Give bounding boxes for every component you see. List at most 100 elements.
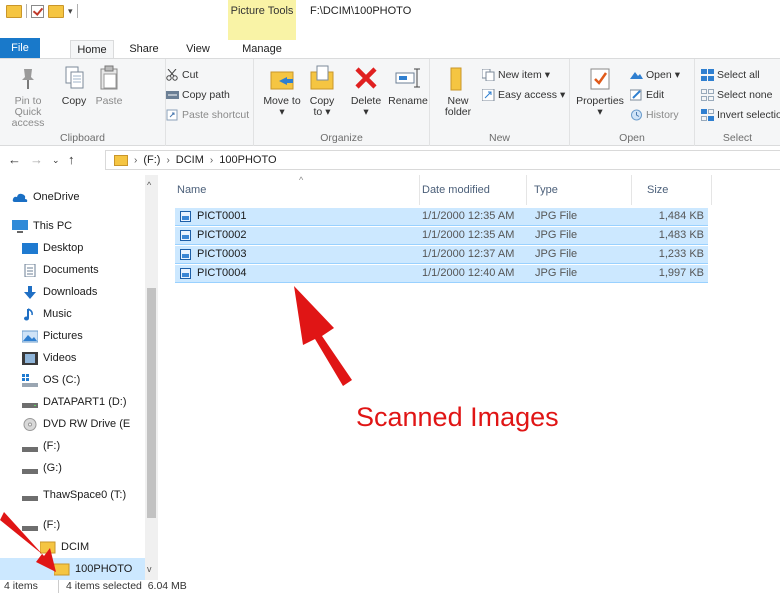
pin-to-quick-access-button[interactable]: Pin to Quick access xyxy=(0,63,56,129)
contextual-tab-group-label: Picture Tools xyxy=(230,5,294,17)
new-folder-button[interactable]: New folder xyxy=(438,63,478,118)
paste-label: Paste xyxy=(95,95,123,107)
properties-check-icon[interactable] xyxy=(31,4,44,18)
table-row[interactable]: PICT0001 1/1/2000 12:35 AM JPG File 1,48… xyxy=(175,208,708,226)
table-row[interactable]: PICT0003 1/1/2000 12:37 AM JPG File 1,23… xyxy=(175,246,708,264)
window-title: F:\DCIM\100PHOTO xyxy=(310,5,412,17)
desktop-icon xyxy=(22,242,38,255)
edit-button[interactable]: Edit xyxy=(629,89,664,101)
open-button[interactable]: Open ▾ xyxy=(630,69,680,81)
column-header-date-modified[interactable]: Date modified xyxy=(420,175,527,205)
scroll-up-chevron-icon[interactable]: ^ xyxy=(147,180,151,190)
nav-item-documents[interactable]: Documents xyxy=(0,259,145,281)
tab-view[interactable]: View xyxy=(178,40,218,58)
address-row: ← → ⌄ ↑ › (F:) › DCIM › 100PHOTO xyxy=(0,147,780,173)
file-size: 1,997 KB xyxy=(658,267,704,279)
open-label: Open xyxy=(646,69,672,81)
properties-button[interactable]: Properties ▾ xyxy=(574,63,626,118)
easy-access-icon xyxy=(481,88,495,102)
select-all-icon xyxy=(701,69,714,81)
recent-locations-chevron-icon[interactable]: ⌄ xyxy=(52,155,60,166)
folder-icon xyxy=(39,541,56,554)
nav-item-downloads[interactable]: Downloads xyxy=(0,281,145,303)
select-group: Select all Select none Invert selection … xyxy=(695,59,780,146)
file-size: 1,483 KB xyxy=(658,229,704,241)
new-folder-label: New folder xyxy=(444,95,472,118)
nav-item-pictures[interactable]: Pictures xyxy=(0,325,145,347)
back-arrow-icon[interactable]: ← xyxy=(8,152,21,167)
customize-toolbar-chevron-icon[interactable]: ▾ xyxy=(68,6,73,17)
easy-access-button[interactable]: Easy access ▾ xyxy=(481,88,565,102)
nav-item-label: Desktop xyxy=(43,242,84,254)
nav-item-dcim[interactable]: DCIM xyxy=(0,536,145,558)
move-to-label: Move to xyxy=(263,95,301,107)
copy-to-button[interactable]: Copy to ▾ xyxy=(304,63,340,118)
column-header-label: Name xyxy=(177,184,207,196)
breadcrumb-100photo[interactable]: 100PHOTO xyxy=(219,154,276,166)
cut-button[interactable]: Cut xyxy=(166,68,198,81)
nav-pane-scrollbar[interactable]: ^ v xyxy=(145,175,158,580)
nav-item-g-drive[interactable]: (G:) xyxy=(0,457,145,479)
up-arrow-icon[interactable]: ↑ xyxy=(68,152,75,167)
nav-item-100photo[interactable]: 100PHOTO xyxy=(0,558,145,580)
nav-item-dvd-rw-drive-e[interactable]: DVD RW Drive (E xyxy=(0,413,145,435)
file-name: PICT0004 xyxy=(197,267,247,279)
forward-arrow-icon[interactable]: → xyxy=(30,152,43,167)
new-item-button[interactable]: New item ▾ xyxy=(481,68,550,82)
move-to-button[interactable]: Move to ▾ xyxy=(262,63,302,118)
copy-button[interactable]: Copy xyxy=(58,63,90,107)
address-bar[interactable]: › (F:) › DCIM › 100PHOTO xyxy=(105,150,780,170)
breadcrumb-dcim[interactable]: DCIM xyxy=(176,154,204,166)
separator xyxy=(58,580,59,593)
tab-manage[interactable]: Manage xyxy=(228,40,296,58)
breadcrumb-chevron-icon[interactable]: › xyxy=(210,155,213,166)
delete-button[interactable]: Delete ▾ xyxy=(346,63,386,118)
select-all-button[interactable]: Select all xyxy=(701,69,760,81)
nav-item-onedrive[interactable]: OneDrive xyxy=(0,186,145,208)
drive-icon xyxy=(22,396,38,409)
copy-path-button[interactable]: Copy path xyxy=(166,89,230,101)
nav-item-f-drive-root[interactable]: (F:) xyxy=(0,514,145,536)
folder-icon[interactable] xyxy=(6,4,22,18)
nav-item-desktop[interactable]: Desktop xyxy=(0,237,145,259)
nav-item-label: (F:) xyxy=(43,519,61,531)
nav-item-f-drive[interactable]: (F:) xyxy=(0,435,145,457)
column-header-size[interactable]: Size xyxy=(632,175,712,205)
cloud-icon xyxy=(12,191,28,204)
properties-check-icon xyxy=(585,63,615,93)
new-folder-icon[interactable] xyxy=(48,4,64,18)
rename-button[interactable]: Rename xyxy=(388,63,428,107)
nav-item-datapart1-d[interactable]: DATAPART1 (D:) xyxy=(0,391,145,413)
nav-item-os-c[interactable]: OS (C:) xyxy=(0,369,145,391)
scroll-down-chevron-icon[interactable]: v xyxy=(147,564,152,574)
column-header-type[interactable]: Type xyxy=(527,175,632,205)
table-row[interactable]: PICT0004 1/1/2000 12:40 AM JPG File 1,99… xyxy=(175,265,708,283)
tab-share[interactable]: Share xyxy=(124,40,164,58)
clipboard-group-label: Clipboard xyxy=(60,132,105,144)
nav-item-thawspace0-t[interactable]: ThawSpace0 (T:) xyxy=(0,484,145,506)
history-button[interactable]: History xyxy=(630,109,679,121)
tab-home[interactable]: Home xyxy=(70,40,114,58)
download-icon xyxy=(22,285,38,299)
pictures-icon xyxy=(21,330,39,343)
breadcrumb-drive[interactable]: (F:) xyxy=(143,154,160,166)
column-header-name[interactable]: Name ^ xyxy=(175,175,420,205)
breadcrumb-chevron-icon[interactable]: › xyxy=(166,155,169,166)
file-name: PICT0003 xyxy=(197,248,247,260)
easy-access-label: Easy access xyxy=(498,89,557,101)
nav-item-this-pc[interactable]: This PC xyxy=(0,215,145,237)
copy-path-icon xyxy=(166,89,179,101)
paste-shortcut-button[interactable]: Paste shortcut xyxy=(166,109,249,121)
table-row[interactable]: PICT0002 1/1/2000 12:35 AM JPG File 1,48… xyxy=(175,227,708,245)
tab-file[interactable]: File xyxy=(0,38,40,58)
drive-icon xyxy=(22,519,38,532)
separator xyxy=(76,4,78,18)
file-size: 1,233 KB xyxy=(658,248,704,260)
nav-item-music[interactable]: Music xyxy=(0,303,145,325)
scrollbar-thumb[interactable] xyxy=(147,288,156,518)
breadcrumb-chevron-icon[interactable]: › xyxy=(134,155,137,166)
nav-item-videos[interactable]: Videos xyxy=(0,347,145,369)
select-none-button[interactable]: Select none xyxy=(701,89,772,101)
paste-button[interactable]: Paste xyxy=(92,63,126,107)
invert-selection-button[interactable]: Invert selection xyxy=(701,109,780,121)
